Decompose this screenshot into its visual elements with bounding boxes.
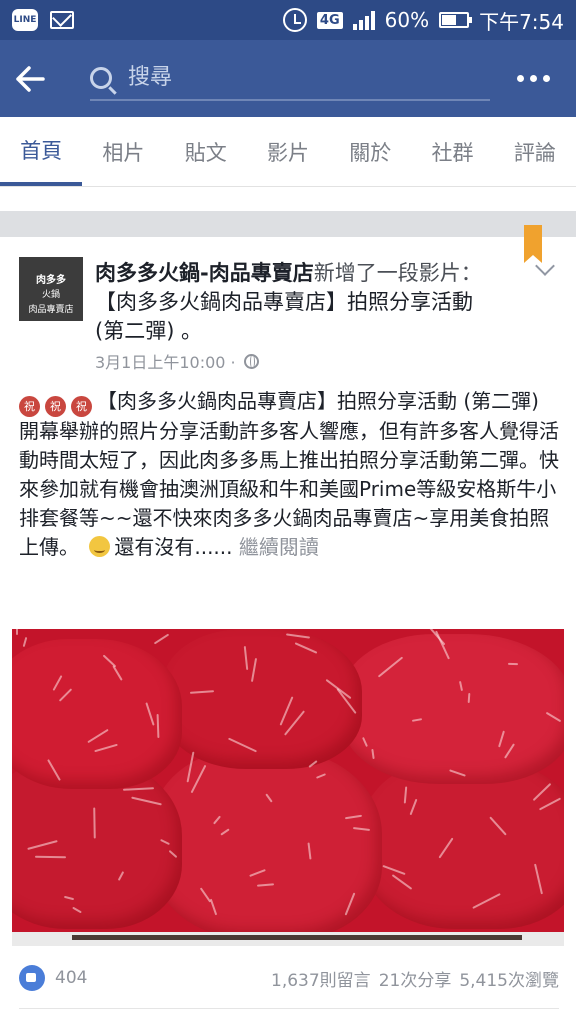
like-icon[interactable] — [19, 965, 45, 991]
search-bar[interactable] — [90, 57, 490, 101]
meat-slice — [342, 634, 564, 784]
see-more-link[interactable]: 繼續閱讀 — [239, 535, 319, 559]
network-type: 4G — [316, 11, 343, 29]
share-count[interactable]: 21次分享 — [379, 966, 452, 991]
avatar-logo-sub2: 肉品專賣店 — [28, 305, 74, 315]
app-bar — [0, 40, 576, 117]
mail-icon — [50, 11, 74, 29]
post-stats: 404 1,637則留言 21次分享 5,415次瀏覽 — [19, 965, 559, 991]
post-body: 祝祝祝【肉多多火鍋肉品專賣店】拍照分享活動 (第二彈) 開幕舉辦的照片分享活動許… — [19, 387, 559, 562]
post-video-title[interactable]: 【肉多多火鍋肉品專賣店】拍照分享活動 (第二彈) 。 — [95, 290, 473, 343]
post-headline: 肉多多火鍋-肉品專賣店新增了一段影片： 【肉多多火鍋肉品專賣店】拍照分享活動 (第… — [95, 259, 495, 346]
clock: 下午7:54 — [479, 9, 564, 34]
like-count[interactable]: 404 — [55, 968, 87, 988]
search-input[interactable] — [128, 65, 458, 90]
post-verb: 新增了一段影片： — [313, 261, 482, 285]
congrats-emoji: 祝 — [71, 396, 92, 417]
tab-community[interactable]: 社群 — [411, 117, 493, 186]
alarm-icon — [282, 8, 307, 32]
view-count: 5,415次瀏覽 — [459, 970, 559, 991]
tab-home[interactable]: 首頁 — [0, 117, 83, 186]
page-tabs: 首頁 相片 貼文 影片 關於 社群 評論 — [0, 117, 576, 187]
congrats-emoji: 祝 — [19, 396, 40, 417]
marbling — [153, 633, 170, 645]
avatar-logo-sub: 火鍋 — [41, 290, 60, 300]
tab-reviews[interactable]: 評論 — [494, 117, 576, 186]
page-name-link[interactable]: 肉多多火鍋-肉品專賣店 — [95, 261, 314, 285]
photo-tray-edge — [12, 932, 564, 946]
meat-slice — [362, 759, 564, 929]
avatar-logo-text: 肉多多 — [36, 275, 66, 286]
post-meta: 3月1日上午10:00 · — [95, 349, 259, 373]
comment-count[interactable]: 1,637則留言 — [271, 966, 371, 991]
battery-percent: 60% — [384, 8, 430, 32]
bookmark-icon[interactable] — [524, 225, 542, 263]
marbling — [16, 629, 18, 635]
more-options-icon[interactable] — [517, 75, 550, 82]
avatar[interactable]: 肉多多 火鍋 肉品專賣店 — [19, 257, 83, 321]
post-body-title: 【肉多多火鍋肉品專賣店】拍照分享活動 (第二彈) — [97, 389, 539, 413]
tab-posts[interactable]: 貼文 — [165, 117, 247, 186]
meat-slice — [162, 629, 362, 769]
line-app-icon: LINE — [12, 9, 38, 31]
battery-icon — [439, 12, 473, 28]
tab-about[interactable]: 關於 — [329, 117, 411, 186]
tab-videos[interactable]: 影片 — [247, 117, 329, 186]
smile-emoji-icon — [89, 536, 111, 557]
post-video-thumbnail[interactable] — [12, 629, 564, 946]
stats-divider — [19, 1008, 559, 1009]
post-timestamp[interactable]: 3月1日上午10:00 · — [95, 349, 236, 373]
marbling — [22, 636, 28, 648]
back-arrow-icon[interactable] — [0, 40, 60, 117]
post-body-tail: 還有沒有...... — [114, 535, 233, 559]
congrats-emoji: 祝 — [45, 396, 66, 417]
signal-icon — [352, 10, 375, 30]
status-bar: LINE 4G 60% 下午7:54 — [0, 0, 576, 40]
tab-photos[interactable]: 相片 — [82, 117, 164, 186]
post-card: 肉多多 火鍋 肉品專賣店 肉多多火鍋-肉品專賣店新增了一段影片： 【肉多多火鍋肉品… — [0, 225, 576, 1024]
globe-icon — [243, 353, 259, 369]
marbling — [507, 662, 519, 666]
search-icon — [90, 66, 112, 89]
feed-divider — [0, 211, 576, 237]
